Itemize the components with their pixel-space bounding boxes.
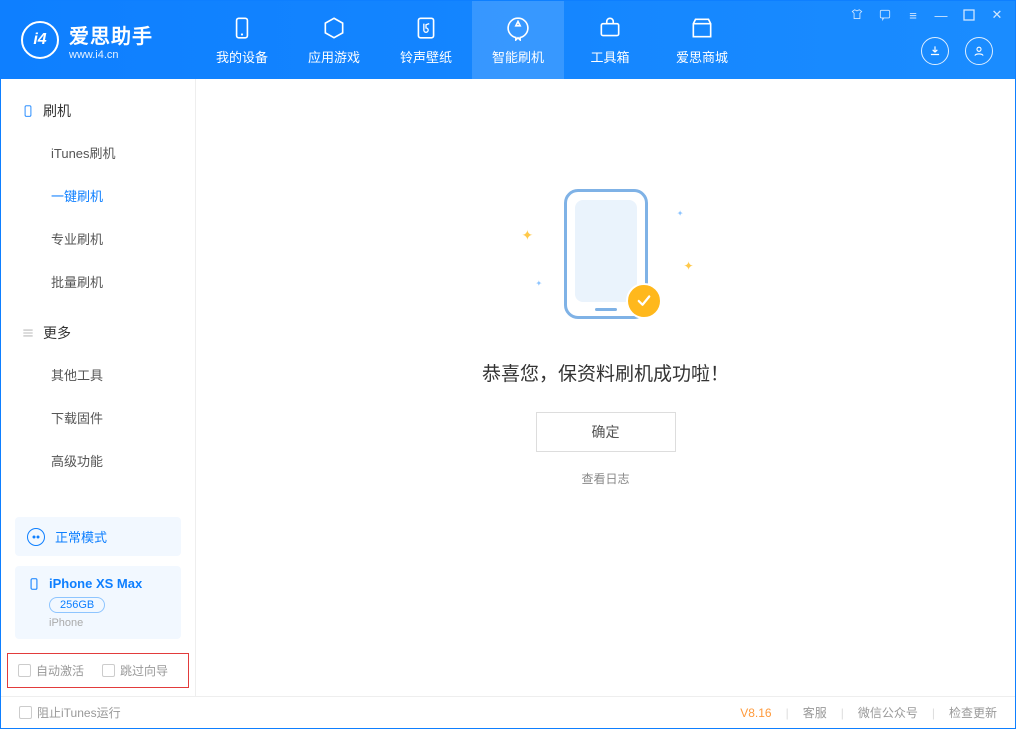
main-content: ✦ ✦ ✦ ✦ 恭喜您，保资料刷机成功啦！ 确定 查看日志 bbox=[196, 79, 1015, 696]
user-icon[interactable] bbox=[965, 37, 993, 65]
success-illustration: ✦ ✦ ✦ ✦ bbox=[506, 189, 706, 329]
nav-tab-ringtone[interactable]: 铃声壁纸 bbox=[380, 1, 472, 79]
nav-label: 工具箱 bbox=[590, 47, 629, 66]
checkbox-label: 跳过向导 bbox=[120, 662, 168, 679]
nav-label: 应用游戏 bbox=[308, 47, 360, 66]
device-card[interactable]: iPhone XS Max 256GB iPhone bbox=[15, 566, 181, 639]
footer-link-support[interactable]: 客服 bbox=[803, 704, 827, 721]
nav-tab-store[interactable]: 爱思商城 bbox=[656, 1, 748, 79]
checkbox-icon bbox=[102, 664, 115, 677]
nav-label: 铃声壁纸 bbox=[400, 47, 452, 66]
sidebar: 刷机 iTunes刷机 一键刷机 专业刷机 批量刷机 更多 其他工具 下载固件 … bbox=[1, 79, 196, 696]
spark-icon: ✦ bbox=[536, 279, 543, 288]
spark-icon: ✦ bbox=[683, 259, 693, 273]
nav-tab-apps[interactable]: 应用游戏 bbox=[288, 1, 380, 79]
checkbox-label: 阻止iTunes运行 bbox=[37, 704, 121, 721]
version-label: V8.16 bbox=[740, 706, 771, 720]
nav-label: 智能刷机 bbox=[492, 47, 544, 66]
sidebar-group-more: 更多 bbox=[1, 313, 195, 353]
sidebar-item-pro-flash[interactable]: 专业刷机 bbox=[1, 217, 195, 260]
auto-activate-checkbox[interactable]: 自动激活 bbox=[18, 662, 84, 679]
sidebar-item-batch-flash[interactable]: 批量刷机 bbox=[1, 260, 195, 303]
logo: i4 爱思助手 www.i4.cn bbox=[1, 20, 196, 61]
header-right-icons bbox=[921, 37, 993, 65]
view-log-link[interactable]: 查看日志 bbox=[581, 470, 629, 487]
sidebar-item-advanced[interactable]: 高级功能 bbox=[1, 439, 195, 482]
nav-tab-device[interactable]: 我的设备 bbox=[196, 1, 288, 79]
close-icon[interactable]: ✕ bbox=[989, 7, 1005, 23]
titlebar-controls: ≡ ― ✕ bbox=[849, 7, 1005, 23]
device-name: iPhone XS Max bbox=[49, 576, 142, 591]
logo-icon: i4 bbox=[21, 21, 59, 59]
footer-link-update[interactable]: 检查更新 bbox=[949, 704, 997, 721]
nav-tab-toolbox[interactable]: 工具箱 bbox=[564, 1, 656, 79]
group-title: 刷机 bbox=[43, 101, 71, 121]
menu-icon[interactable]: ≡ bbox=[905, 7, 921, 23]
download-icon[interactable] bbox=[921, 37, 949, 65]
checkbox-icon bbox=[18, 664, 31, 677]
app-url: www.i4.cn bbox=[69, 49, 153, 61]
sidebar-item-itunes-flash[interactable]: iTunes刷机 bbox=[1, 131, 195, 174]
checkbox-icon bbox=[19, 706, 32, 719]
group-title: 更多 bbox=[43, 323, 71, 343]
device-type: iPhone bbox=[49, 617, 169, 629]
status-icon bbox=[27, 528, 45, 546]
nav-tab-flash[interactable]: 智能刷机 bbox=[472, 1, 564, 79]
status-label: 正常模式 bbox=[55, 527, 107, 546]
phone-icon bbox=[27, 577, 41, 591]
header: i4 爱思助手 www.i4.cn 我的设备 应用游戏 铃声壁纸 智能刷 bbox=[1, 1, 1015, 79]
sidebar-item-other-tools[interactable]: 其他工具 bbox=[1, 353, 195, 396]
spark-icon: ✦ bbox=[522, 227, 534, 244]
footer-link-wechat[interactable]: 微信公众号 bbox=[858, 704, 918, 721]
highlighted-checkbox-row: 自动激活 跳过向导 bbox=[7, 653, 189, 688]
checkmark-badge-icon bbox=[626, 283, 662, 319]
nav-label: 爱思商城 bbox=[676, 47, 728, 66]
app-title: 爱思助手 bbox=[69, 20, 153, 49]
footer: 阻止iTunes运行 V8.16 | 客服 | 微信公众号 | 检查更新 bbox=[1, 696, 1015, 728]
maximize-icon[interactable] bbox=[961, 7, 977, 23]
sidebar-item-download-firmware[interactable]: 下载固件 bbox=[1, 396, 195, 439]
spark-icon: ✦ bbox=[677, 209, 684, 218]
sidebar-group-flash: 刷机 bbox=[1, 91, 195, 131]
block-itunes-checkbox[interactable]: 阻止iTunes运行 bbox=[19, 704, 121, 721]
nav-label: 我的设备 bbox=[216, 47, 268, 66]
checkbox-label: 自动激活 bbox=[36, 662, 84, 679]
shirt-icon[interactable] bbox=[849, 7, 865, 23]
status-card[interactable]: 正常模式 bbox=[15, 517, 181, 556]
success-message: 恭喜您，保资料刷机成功啦！ bbox=[482, 359, 729, 386]
feedback-icon[interactable] bbox=[877, 7, 893, 23]
nav-tabs: 我的设备 应用游戏 铃声壁纸 智能刷机 工具箱 爱思商城 bbox=[196, 1, 748, 79]
confirm-button[interactable]: 确定 bbox=[536, 412, 676, 452]
sidebar-item-oneclick-flash[interactable]: 一键刷机 bbox=[1, 174, 195, 217]
minimize-icon[interactable]: ― bbox=[933, 7, 949, 23]
skip-setup-checkbox[interactable]: 跳过向导 bbox=[102, 662, 168, 679]
device-capacity: 256GB bbox=[49, 597, 105, 613]
